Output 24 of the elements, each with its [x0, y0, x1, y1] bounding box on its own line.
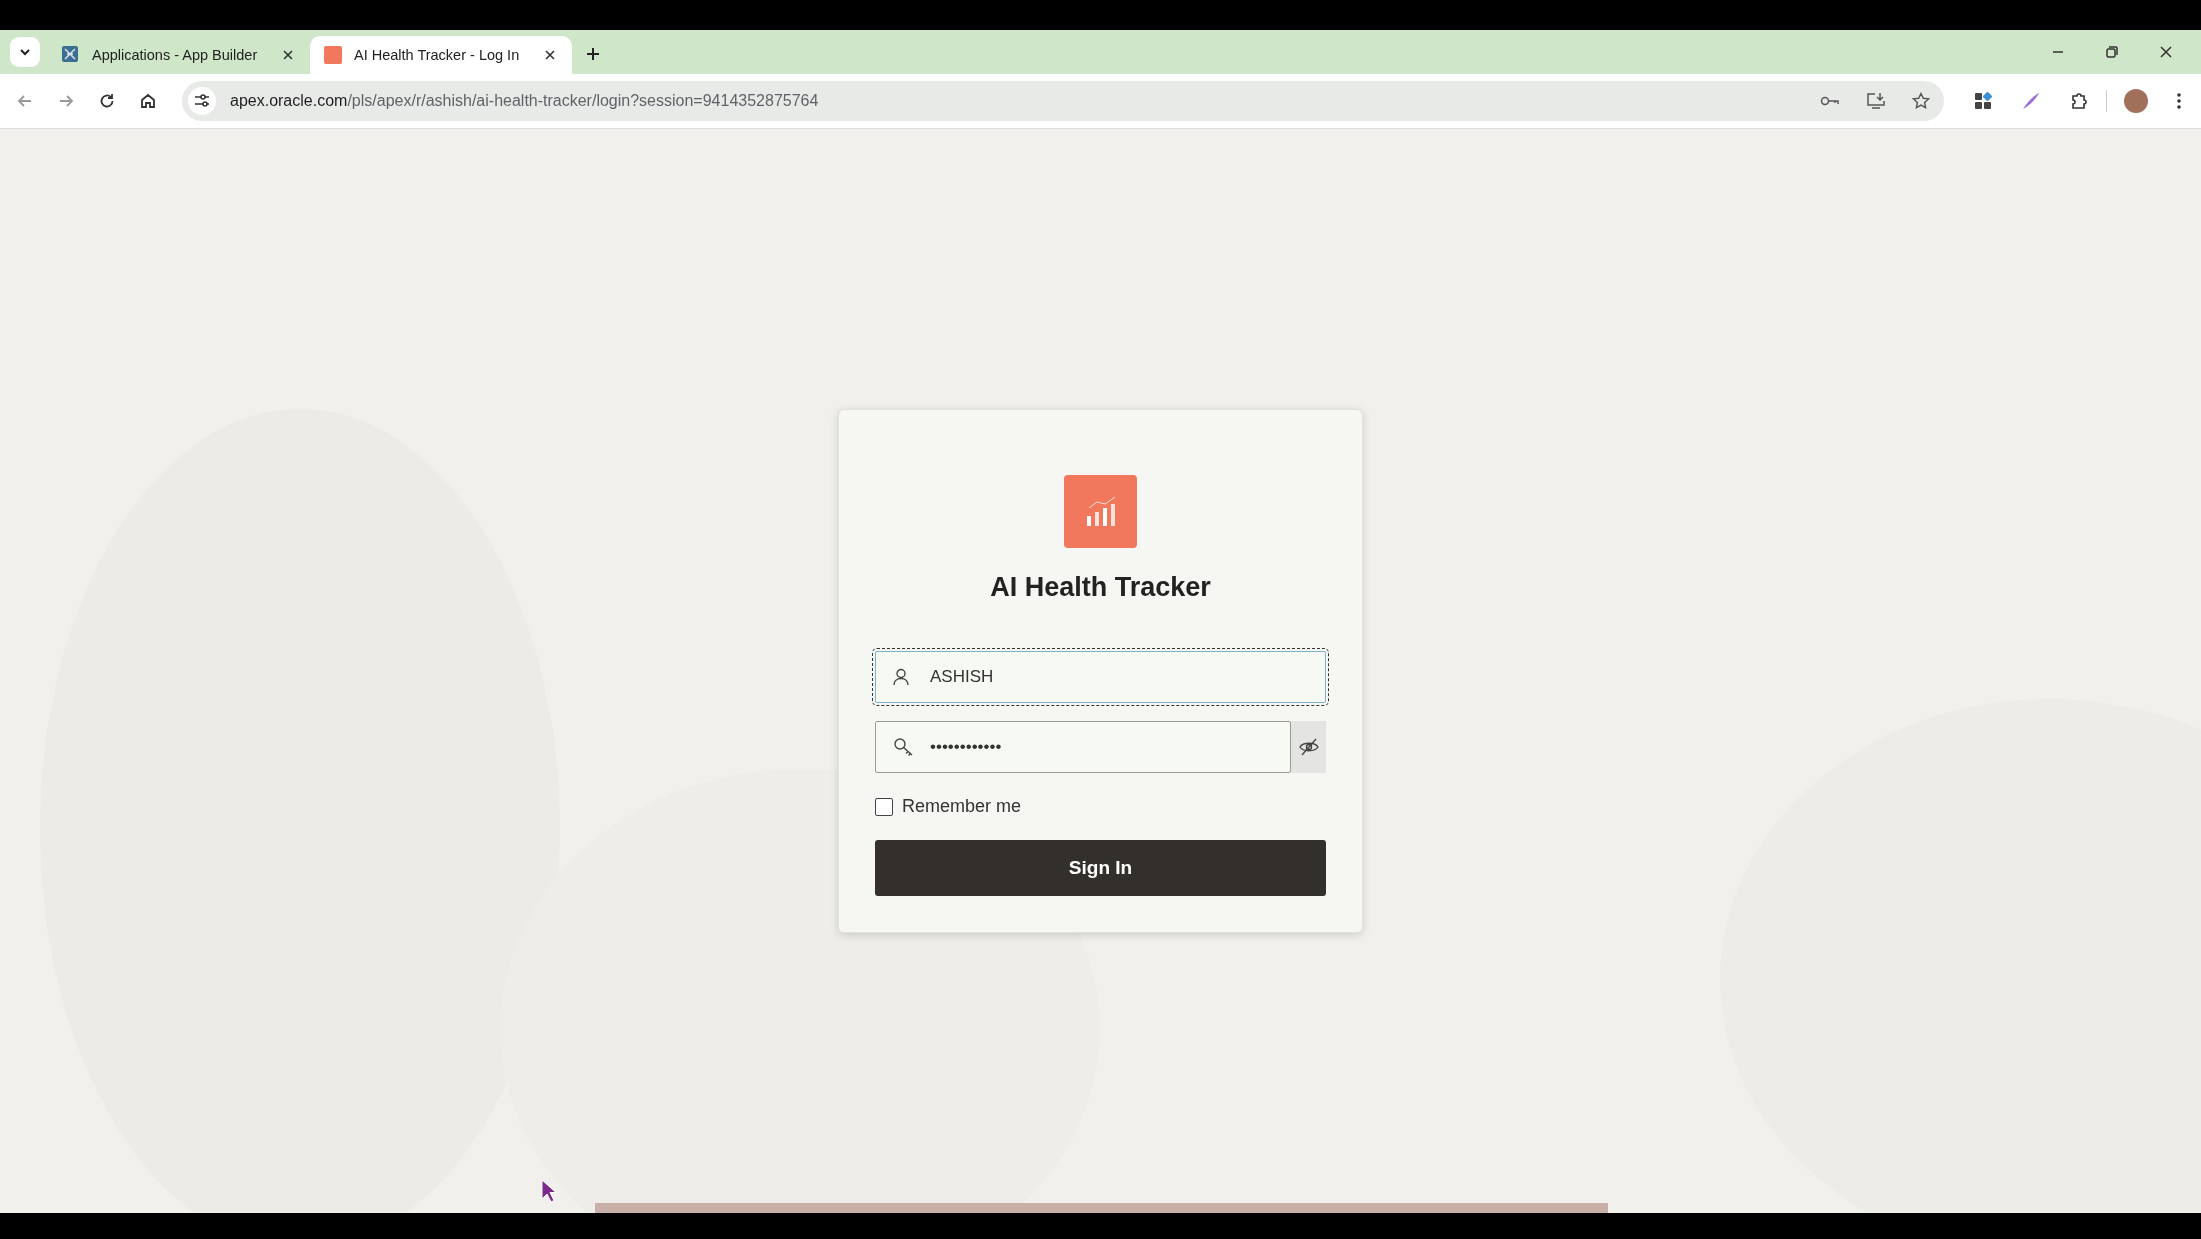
eye-slash-icon [1298, 738, 1319, 756]
remember-checkbox[interactable] [875, 797, 893, 816]
profile-avatar[interactable] [2124, 89, 2148, 113]
sign-in-button[interactable]: Sign In [875, 840, 1326, 896]
show-password-button[interactable] [1291, 721, 1326, 773]
plus-icon [585, 46, 601, 62]
username-field[interactable]: ASHISH [875, 651, 1326, 703]
url-text: apex.oracle.com/pls/apex/r/ashish/ai-health-tracker/login?session=9414352875764 [230, 92, 819, 110]
remember-me-label[interactable]: Remember me [902, 796, 1022, 817]
app-title: AI Health Tracker [989, 572, 1212, 603]
browser-tab[interactable]: Applications - App Builder [48, 36, 310, 74]
mouse-pointer-icon [541, 1179, 557, 1203]
app-builder-favicon [62, 46, 80, 64]
address-bar[interactable]: apex.oracle.com/pls/apex/r/ashish/ai-health-tracker/login?session=9414352875764 [182, 81, 1944, 121]
app-favicon [324, 46, 342, 64]
app-logo-icon [1064, 475, 1137, 548]
reload-icon [98, 92, 116, 110]
close-icon [2159, 45, 2173, 59]
password-field[interactable]: •••••••••••• [875, 721, 1291, 773]
tab-search-button[interactable] [10, 37, 40, 67]
browser-tab[interactable]: AI Health Tracker - Log In [310, 36, 572, 74]
site-settings-icon[interactable] [188, 87, 216, 115]
restore-icon [2105, 45, 2119, 59]
home-icon [139, 92, 157, 110]
